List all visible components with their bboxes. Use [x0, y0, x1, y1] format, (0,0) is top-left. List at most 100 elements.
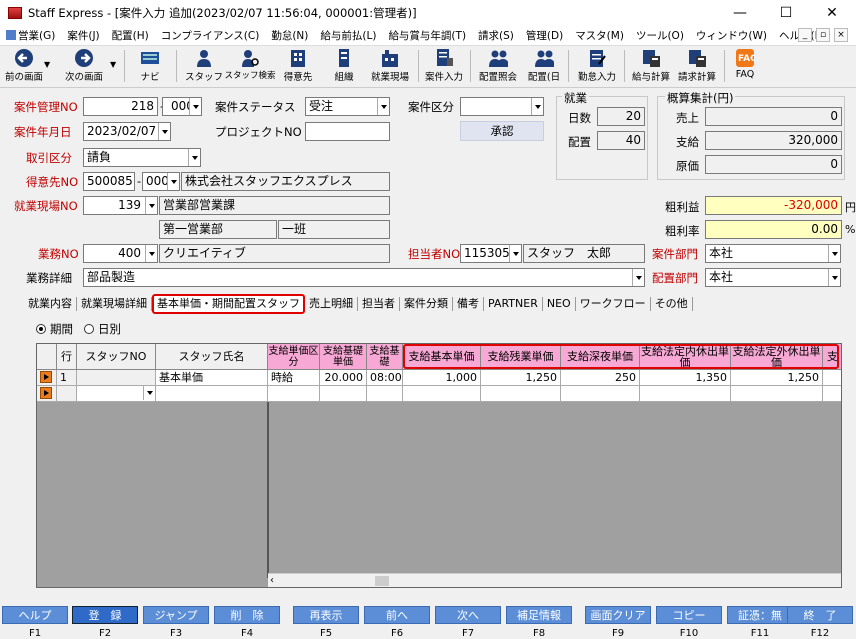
menu-sales[interactable]: 営業(G) [0, 28, 61, 43]
client-button[interactable]: 得意先 [278, 46, 318, 86]
client-sub-select[interactable]: 000 [142, 172, 180, 191]
new-row-cell[interactable] [640, 386, 731, 402]
next-dropdown-icon[interactable]: ▼ [110, 60, 116, 69]
fkey-register[interactable]: 登 録 [72, 606, 138, 624]
tab-manager[interactable]: 担当者 [358, 297, 400, 311]
client-no-input[interactable]: 500085 [83, 172, 135, 191]
scroll-left-icon[interactable]: ‹ [270, 575, 274, 586]
menu-billing[interactable]: 請求(S) [472, 28, 520, 43]
menu-attendance[interactable]: 勤怠(N) [265, 28, 314, 43]
menu-assign[interactable]: 配置(H) [106, 28, 155, 43]
minimize-button[interactable]: — [717, 0, 763, 26]
status-select[interactable]: 受注 [305, 97, 390, 116]
new-row-staff-select[interactable] [77, 386, 156, 402]
menu-payroll[interactable]: 給与賞与年調(T) [382, 28, 472, 43]
site-no-select[interactable]: 139 [83, 196, 158, 215]
new-row-cell[interactable] [823, 386, 841, 402]
case-kind-select[interactable] [460, 97, 544, 116]
new-row-cell[interactable] [156, 386, 268, 402]
project-input[interactable] [305, 122, 390, 141]
row-night[interactable]: 250 [561, 370, 640, 386]
fkey-refresh[interactable]: 再表示 [293, 606, 359, 624]
case-input-button[interactable]: 案件入力 [422, 46, 466, 86]
menu-master[interactable]: マスタ(M) [569, 28, 630, 43]
chevron-down-icon[interactable] [143, 386, 155, 400]
attendance-button[interactable]: 勤怠入力 [574, 46, 620, 86]
tab-work-content[interactable]: 就業内容 [24, 297, 77, 311]
trade-select[interactable]: 請負 [83, 148, 201, 167]
billing-calc-button[interactable]: 請求計算 [674, 46, 720, 86]
next-screen-button[interactable]: 次の画面 [62, 46, 106, 86]
tab-neo[interactable]: NEO [543, 297, 576, 311]
chevron-down-icon[interactable] [828, 269, 840, 286]
row-base[interactable]: 08:00 [367, 370, 403, 386]
date-input[interactable]: 2023/02/07 [83, 122, 171, 141]
chevron-down-icon[interactable] [828, 245, 840, 262]
row-selector[interactable] [37, 370, 57, 386]
new-row-cell[interactable] [367, 386, 403, 402]
mdi-close-button[interactable]: × [834, 28, 848, 42]
tab-case-class[interactable]: 案件分類 [400, 297, 453, 311]
org-button[interactable]: 組織 [324, 46, 364, 86]
menu-advance[interactable]: 給与前払(L) [314, 28, 382, 43]
row-basic[interactable]: 1,000 [403, 370, 481, 386]
tab-partner[interactable]: PARTNER [484, 297, 543, 311]
fkey-help[interactable]: ヘルプ [2, 606, 68, 624]
new-row-cell[interactable] [403, 386, 481, 402]
fkey-copy[interactable]: コピー [656, 606, 722, 624]
row-legal-in[interactable]: 1,350 [640, 370, 731, 386]
new-row-cell[interactable] [561, 386, 640, 402]
row-legal-out[interactable]: 1,250 [731, 370, 823, 386]
row-pay-kubun[interactable]: 時給 [268, 370, 320, 386]
fkey-clear[interactable]: 画面クリア [585, 606, 651, 624]
close-button[interactable]: ✕ [809, 0, 855, 26]
payroll-calc-button[interactable]: 給与計算 [628, 46, 674, 86]
tab-other[interactable]: その他 [651, 297, 693, 311]
case-no-sub-select[interactable]: 000 [162, 97, 202, 116]
period-radio[interactable]: 期間 [36, 321, 73, 337]
staff-button[interactable]: スタッフ [184, 46, 224, 86]
approve-button[interactable]: 承認 [460, 121, 544, 141]
row-base-price[interactable]: 20.000 [320, 370, 367, 386]
work-site-button[interactable]: 就業現場 [366, 46, 414, 86]
fkey-exit[interactable]: 終 了 [787, 606, 853, 624]
fkey-next[interactable]: 次へ [435, 606, 501, 624]
chevron-down-icon[interactable] [188, 149, 200, 166]
prev-dropdown-icon[interactable]: ▼ [44, 60, 50, 69]
horizontal-scrollbar[interactable]: ‹ [268, 573, 841, 587]
detail-select[interactable]: 部品製造 [83, 268, 645, 287]
fkey-jump[interactable]: ジャンプ [143, 606, 209, 624]
assign-dept-select[interactable]: 本社 [705, 268, 841, 287]
prev-screen-button[interactable]: 前の画面 [4, 46, 44, 86]
assign-query-button[interactable]: 配置照会 [474, 46, 522, 86]
chevron-down-icon[interactable] [509, 245, 521, 262]
tab-site-detail[interactable]: 就業現場詳細 [77, 297, 152, 311]
mdi-restore-button[interactable]: ▫ [816, 28, 830, 42]
fkey-prev[interactable]: 前へ [364, 606, 430, 624]
staff-search-button[interactable]: スタッフ検索 [225, 46, 276, 86]
new-row-cell[interactable] [268, 386, 320, 402]
scrollbar-thumb[interactable] [375, 576, 389, 586]
tab-workflow[interactable]: ワークフロー [576, 297, 651, 311]
new-row-selector[interactable] [37, 386, 57, 402]
row-staff-name[interactable]: 基本単価 [156, 370, 268, 386]
navi-button[interactable]: ナビ [132, 46, 168, 86]
tab-notes[interactable]: 備考 [453, 297, 484, 311]
tab-basic-price[interactable]: 基本単価・期間配置スタッフ [152, 294, 305, 314]
row-staff-no[interactable] [77, 370, 156, 386]
assign-day-button[interactable]: 配置(日 [524, 46, 564, 86]
chevron-down-icon[interactable] [167, 173, 179, 190]
chevron-down-icon[interactable] [531, 98, 543, 115]
menu-compliance[interactable]: コンプライアンス(C) [155, 28, 266, 43]
fkey-voucher[interactable]: 証憑：無 [727, 606, 793, 624]
chevron-down-icon[interactable] [377, 98, 389, 115]
tab-sales-detail[interactable]: 売上明細 [305, 297, 358, 311]
menu-case[interactable]: 案件(J) [61, 28, 105, 43]
chevron-down-icon[interactable] [145, 197, 157, 214]
chevron-down-icon[interactable] [189, 98, 201, 115]
row-more[interactable] [823, 370, 841, 386]
daily-radio[interactable]: 日別 [84, 321, 121, 337]
business-no-select[interactable]: 400 [83, 244, 158, 263]
new-row-cell[interactable] [320, 386, 367, 402]
fkey-supplement[interactable]: 補足情報 [506, 606, 572, 624]
